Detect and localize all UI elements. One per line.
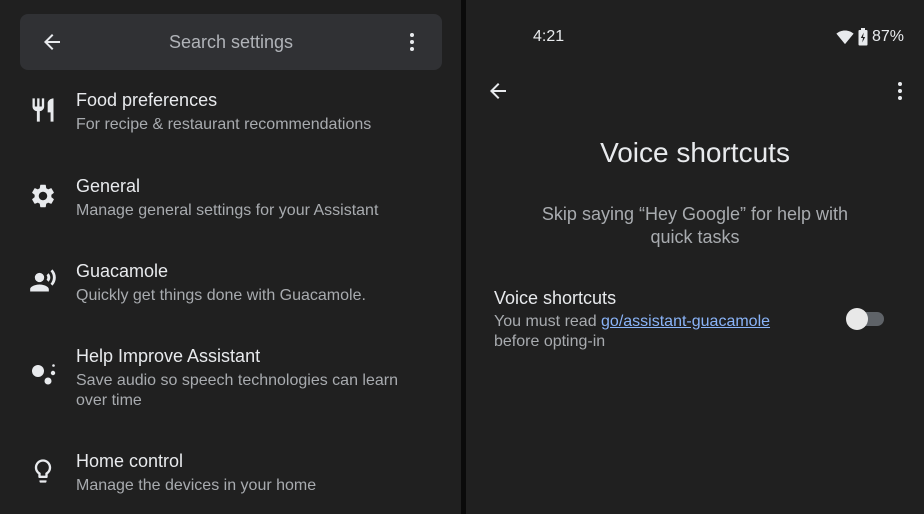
setting-desc-suffix: before opting-in <box>494 333 606 350</box>
item-subtitle: Quickly get things done with Guacamole. <box>76 287 366 304</box>
assistant-guacamole-link[interactable]: go/assistant-guacamole <box>601 313 770 330</box>
search-bar[interactable]: Search settings <box>20 14 442 70</box>
page-title: Voice shortcuts <box>600 137 790 168</box>
page-description: Skip saying “Hey Google” for help with q… <box>541 204 849 247</box>
settings-list-pane: Search settings Food preferences For rec… <box>0 0 461 514</box>
arrow-back-icon[interactable] <box>486 79 510 103</box>
lightbulb-icon <box>29 457 57 485</box>
item-title: Home control <box>76 451 184 471</box>
gear-icon <box>29 182 57 210</box>
setting-description: You must read go/assistant-guacamole bef… <box>494 312 814 352</box>
more-vert-icon[interactable] <box>400 30 424 54</box>
toggle-thumb <box>846 308 868 330</box>
wifi-icon <box>836 29 854 45</box>
restaurant-icon <box>29 96 57 124</box>
voice-shortcuts-setting[interactable]: Voice shortcuts You must read go/assista… <box>494 288 814 352</box>
more-vert-icon[interactable] <box>888 79 912 103</box>
item-subtitle: Manage the devices in your home <box>76 477 317 494</box>
battery-charging-icon <box>858 28 868 46</box>
item-subtitle: Manage general settings for your Assista… <box>76 202 379 219</box>
item-title: Help Improve Assistant <box>76 346 261 366</box>
voice-shortcuts-toggle[interactable] <box>846 308 886 330</box>
item-subtitle: For recipe & restaurant recommendations <box>76 116 372 133</box>
screen: Search settings Food preferences For rec… <box>0 0 924 514</box>
assistant-dots-icon <box>29 360 57 388</box>
battery-level: 87% <box>871 28 904 45</box>
setting-title: Voice shortcuts <box>494 288 617 308</box>
item-title: Guacamole <box>76 261 169 281</box>
item-title: General <box>76 176 141 196</box>
item-subtitle: Save audio so speech technologies can le… <box>76 372 398 409</box>
voice-shortcuts-pane: 4:21 87% Voice shortcuts Skip saying “He… <box>466 0 924 514</box>
item-title: Food preferences <box>76 90 218 110</box>
setting-desc-prefix: You must read <box>494 313 602 330</box>
voice-person-icon <box>29 267 57 295</box>
status-icons: 87% <box>836 27 904 47</box>
status-time: 4:21 <box>533 28 565 45</box>
search-input[interactable]: Search settings <box>20 14 442 70</box>
